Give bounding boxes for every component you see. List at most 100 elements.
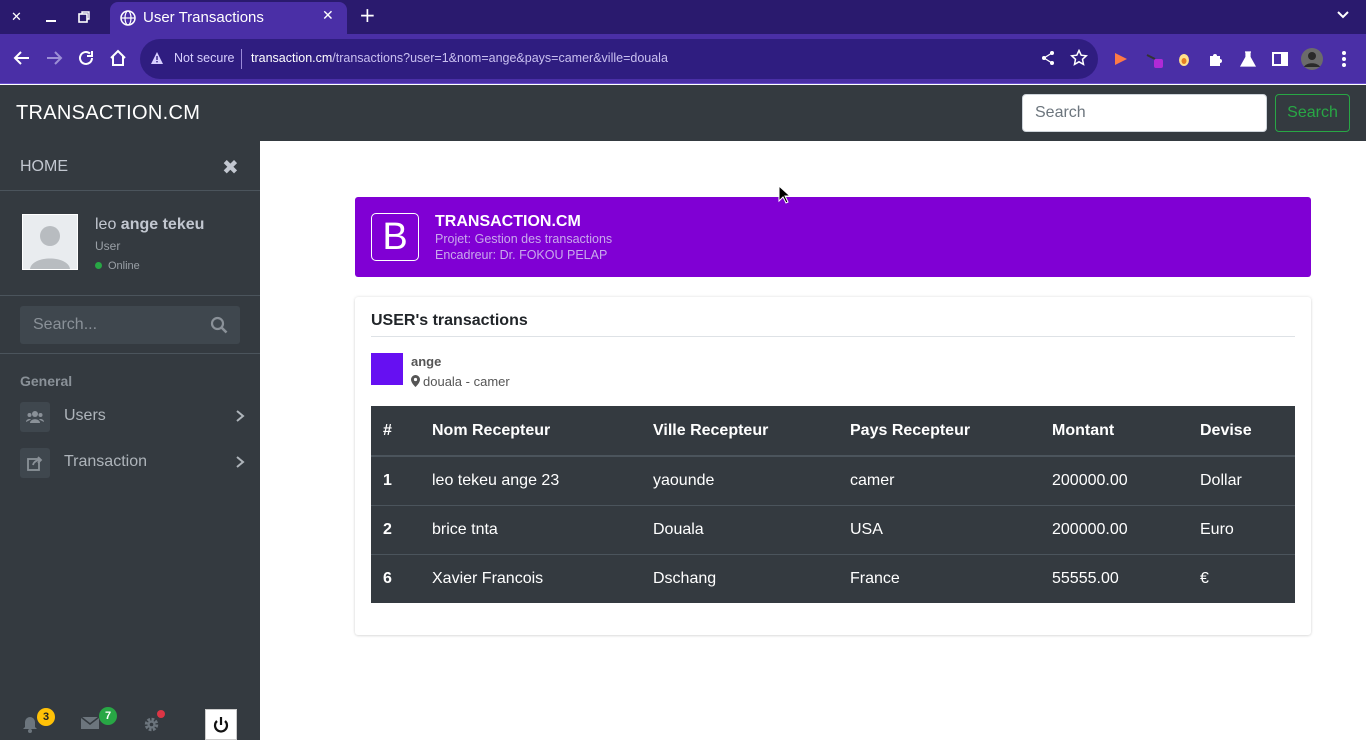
chevron-right-icon: [236, 456, 245, 468]
project-info-card: B TRANSACTION.CM Projet: Gestion des tra…: [355, 197, 1311, 277]
window-minimize-icon[interactable]: [34, 0, 67, 34]
forward-icon[interactable]: [42, 46, 66, 70]
chevron-right-icon: [236, 410, 245, 422]
navbar-brand[interactable]: TRANSACTION.CM: [16, 102, 200, 125]
url-path: /transactions?user=1&nom=ange&pays=camer…: [332, 51, 668, 65]
messages-badge: 7: [99, 707, 117, 725]
user-role: User: [95, 239, 121, 253]
address-bar[interactable]: Not secure transaction.cm/transactions?u…: [140, 39, 1098, 79]
col-header-receiver-country: Pays Recepteur: [838, 406, 1040, 457]
tab-search-chevron-icon[interactable]: [1336, 8, 1350, 27]
window-restore-icon[interactable]: [67, 0, 100, 34]
table-row: 6 Xavier Francois Dschang France 55555.0…: [371, 553, 1295, 603]
users-icon: [20, 402, 50, 432]
cell-currency: €: [1188, 553, 1295, 603]
app-navbar: TRANSACTION.CM Search: [0, 85, 1366, 141]
sidebar-item-transaction[interactable]: Transaction: [0, 444, 260, 484]
cell-receiver-country: camer: [838, 455, 1040, 505]
tab-title: User Transactions: [143, 9, 264, 26]
user-status: Online: [95, 260, 140, 272]
online-dot-icon: [95, 262, 102, 269]
settings-alert-dot: [157, 710, 165, 718]
cell-currency: Dollar: [1188, 455, 1295, 505]
project-description: Projet: Gestion des transactions: [435, 232, 613, 246]
navbar-search-input[interactable]: [1022, 94, 1267, 132]
cell-receiver-name: Xavier Francois: [420, 553, 641, 603]
cell-currency: Euro: [1188, 504, 1295, 554]
sidebar-header: HOME ✖: [0, 141, 260, 191]
profile-avatar-icon[interactable]: [1300, 47, 1324, 71]
sidebar-user-panel: leo ange tekeu User Online: [0, 192, 260, 296]
sidebar-item-label: Transaction: [64, 453, 147, 470]
cell-receiver-country: France: [838, 553, 1040, 603]
sidebar-item-label: Users: [64, 407, 106, 424]
user-name[interactable]: leo ange tekeu: [95, 216, 204, 234]
cell-receiver-city: Douala: [641, 504, 838, 554]
project-title: TRANSACTION.CM: [435, 213, 581, 230]
cell-index: 2: [371, 504, 420, 554]
panel-title: USER's transactions: [371, 312, 528, 329]
sidebar: HOME ✖ leo ange tekeu User Online Genera…: [0, 141, 260, 740]
home-icon[interactable]: [106, 46, 130, 70]
sidebar-home-link[interactable]: HOME: [20, 158, 68, 176]
messages-envelope-icon[interactable]: 7: [80, 707, 117, 735]
transactions-table: # Nom Recepteur Ville Recepteur Pays Rec…: [371, 406, 1295, 603]
labs-flask-icon[interactable]: [1238, 49, 1258, 69]
new-tab-icon[interactable]: +: [359, 3, 376, 27]
extensions-puzzle-icon[interactable]: [1206, 49, 1226, 69]
search-icon[interactable]: [210, 316, 228, 334]
cell-index: 1: [371, 455, 420, 505]
share-icon[interactable]: [1040, 50, 1056, 66]
logout-power-button[interactable]: [205, 709, 237, 740]
sidebar-close-icon[interactable]: ✖: [222, 155, 239, 179]
transaction-user-name: ange: [411, 354, 442, 369]
sidebar-footer: 3 7: [0, 707, 260, 740]
avatar: [22, 214, 78, 270]
settings-gear-icon[interactable]: [143, 710, 165, 738]
tab-close-icon[interactable]: ✕: [322, 8, 334, 24]
table-row: 1 leo tekeu ange 23 yaounde camer 200000…: [371, 455, 1295, 505]
url-text[interactable]: transaction.cm/transactions?user=1&nom=a…: [251, 51, 668, 65]
notifications-bell-icon[interactable]: 3: [22, 708, 55, 738]
table-header-row: # Nom Recepteur Ville Recepteur Pays Rec…: [371, 406, 1295, 457]
extension-3-icon[interactable]: [1174, 49, 1194, 69]
sidebar-search-input[interactable]: [20, 306, 200, 344]
url-host: transaction.cm: [251, 51, 333, 65]
user-color-square: [371, 353, 403, 385]
security-label[interactable]: Not secure: [174, 51, 234, 65]
bookmark-star-icon[interactable]: [1070, 49, 1088, 67]
sidebar-item-users[interactable]: Users: [0, 398, 260, 438]
sidebar-search-section: [0, 296, 260, 354]
share-square-icon: [20, 448, 50, 478]
cell-amount: 55555.00: [1040, 553, 1188, 603]
browser-menu-icon[interactable]: [1334, 49, 1354, 69]
cell-receiver-name: leo tekeu ange 23: [420, 455, 641, 505]
reload-icon[interactable]: [74, 46, 98, 70]
col-header-receiver-name: Nom Recepteur: [420, 406, 641, 457]
mouse-cursor-icon: [778, 185, 792, 204]
extension-1-icon[interactable]: [1111, 49, 1131, 69]
window-close-icon[interactable]: ✕: [0, 0, 33, 34]
browser-tab-active[interactable]: User Transactions ✕: [110, 2, 347, 34]
navbar-search-button[interactable]: Search: [1275, 94, 1350, 132]
panel-divider: [371, 336, 1295, 337]
cell-receiver-city: yaounde: [641, 455, 838, 505]
transactions-panel: USER's transactions ange douala - camer …: [355, 297, 1311, 635]
browser-tab-bar: ✕ User Transactions ✕ +: [0, 0, 1366, 34]
col-header-amount: Montant: [1040, 406, 1188, 457]
col-header-receiver-city: Ville Recepteur: [641, 406, 838, 457]
cell-receiver-name: brice tnta: [420, 504, 641, 554]
col-header-currency: Devise: [1188, 406, 1295, 457]
sidebar-search: [20, 306, 240, 344]
back-icon[interactable]: [10, 46, 34, 70]
warning-icon[interactable]: [150, 51, 164, 65]
side-panel-icon[interactable]: [1270, 49, 1290, 69]
user-status-label: Online: [108, 260, 140, 272]
extension-2-icon[interactable]: [1145, 49, 1165, 69]
transaction-user-location: douala - camer: [411, 374, 510, 389]
table-row: 2 brice tnta Douala USA 200000.00 Euro: [371, 504, 1295, 554]
location-text: douala - camer: [423, 374, 510, 389]
cell-amount: 200000.00: [1040, 455, 1188, 505]
user-last-name: ange tekeu: [120, 216, 205, 233]
bootstrap-logo: B: [371, 213, 419, 261]
